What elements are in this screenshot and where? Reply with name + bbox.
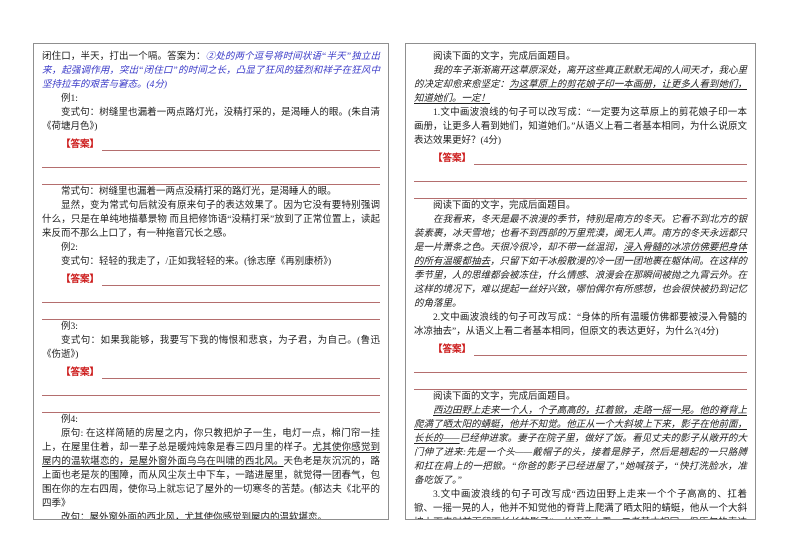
question: 2.文中画波浪线的句子可改写成：“身体的所有温暖仿佛都要被浸入骨髓的冰凉抽去”，… bbox=[414, 311, 747, 339]
answer-label: 【答案】 bbox=[61, 275, 100, 285]
variant-sentence: 变式句：如果我能够，我要写下我的悔恨和悲哀，为子君，为自己。(鲁迅《伤逝》) bbox=[42, 334, 380, 362]
example-label: 例1: bbox=[42, 92, 380, 106]
answer-row: 【答案】 bbox=[42, 362, 380, 379]
revised-sentence: 改句：屋外窗外面的西北风，尤其使你感觉到屋内的温软堪恋。 bbox=[42, 511, 380, 520]
text-run: 例1: bbox=[61, 94, 78, 104]
answer-row: 【答案】 bbox=[414, 148, 747, 165]
example-label: 例3: bbox=[42, 320, 380, 334]
text-run: 常式句：树缝里也漏着一两点没精打采的路灯光，是渴睡人的眼。 bbox=[61, 187, 337, 197]
answer-blank-line bbox=[474, 163, 747, 165]
text-run: 改句：屋外窗外面的西北风，尤其使你感觉到屋内的温软堪恋。 bbox=[61, 513, 328, 520]
normal-sentence: 常式句：树缝里也漏着一两点没精打采的路灯光，是渴睡人的眼。 bbox=[42, 185, 380, 199]
example-label: 例2: bbox=[42, 241, 380, 255]
answer-label: 【答案】 bbox=[433, 154, 472, 164]
answer-row: 【答案】 bbox=[42, 269, 380, 286]
answer-blank-line bbox=[42, 151, 380, 168]
answer-label: 【答案】 bbox=[61, 140, 100, 150]
answer-row: 【答案】 bbox=[414, 339, 747, 356]
answer-blank-line bbox=[414, 373, 747, 390]
original-sentence-paragraph: 原句: 在这样简陋的房屋之内，你只教把炉子一生，电灯一点，棉门帘一挂上，在屋里住… bbox=[42, 427, 380, 511]
answer-continuation-paragraph: 闭住口，半天，打出一个嗝。答案为：②处的两个逗号将时间状语“半天”独立出来，起强… bbox=[42, 50, 380, 92]
text-run: 变式句：树缝里也漏着一两点路灯光，没精打采的，是渴睡人的眼。(朱自清《荷塘月色》… bbox=[42, 108, 380, 132]
reading-instruction: 阅读下面的文字，完成后面题目。 bbox=[414, 199, 747, 213]
text-run: 1.文中画波浪线的句子可以改写成：“一定要为这草原上的剪花娘子印一本画册，让更多… bbox=[414, 108, 747, 146]
answer-blank-line bbox=[474, 354, 747, 356]
answer-blank-line bbox=[42, 396, 380, 413]
answer-blank-line bbox=[414, 356, 747, 373]
page-right: 阅读下面的文字，完成后面题目。我的车子渐渐离开这草原深处，离开这些真正默默无闻的… bbox=[405, 43, 756, 520]
reading-passage: 在我看来，冬天是最不浪漫的季节，特别是南方的冬天。它看不到北方的银装素裹，冰天雪… bbox=[414, 213, 747, 311]
page-left: 闭住口，半天，打出一个嗝。答案为：②处的两个逗号将时间状语“半天”独立出来，起强… bbox=[33, 43, 389, 520]
answer-blank-line bbox=[42, 286, 380, 303]
variant-sentence: 变式句：轻轻的我走了，/正如我轻轻的来。(徐志摩《再别康桥》) bbox=[42, 255, 380, 269]
variant-sentence: 变式句：树缝里也漏着一两点路灯光，没精打采的，是渴睡人的眼。(朱自清《荷塘月色》… bbox=[42, 106, 380, 134]
text-run: 阅读下面的文字，完成后面题目。 bbox=[433, 392, 576, 402]
text-run: 阅读下面的文字，完成后面题目。 bbox=[433, 52, 576, 62]
example-label: 例4: bbox=[42, 413, 380, 427]
answer-label: 【答案】 bbox=[433, 345, 472, 355]
answer-blank-line bbox=[102, 284, 380, 286]
analysis-paragraph: 显然，变为常式句后就没有原来句子的表达效果了。因为它没有要特别强调什么，只是在单… bbox=[42, 199, 380, 241]
text-run: 变式句：如果我能够，我要写下我的悔恨和悲哀，为子君，为自己。(鲁迅《伤逝》) bbox=[42, 336, 380, 360]
answer-label: 【答案】 bbox=[61, 368, 100, 378]
answer-blank-line bbox=[414, 182, 747, 199]
text-run: 2.文中画波浪线的句子可改写成：“身体的所有温暖仿佛都要被浸入骨髓的冰凉抽去”，… bbox=[414, 313, 747, 337]
text-run: 变式句：轻轻的我走了，/正如我轻轻的来。(徐志摩《再别康桥》) bbox=[61, 257, 332, 267]
text-run: 阅读下面的文字，完成后面题目。 bbox=[433, 201, 576, 211]
reading-instruction: 阅读下面的文字，完成后面题目。 bbox=[414, 50, 747, 64]
question: 3.文中画波浪线的句子可改写成“西边田野上走来一个个子高高的、扛着锨、一摇一晃的… bbox=[414, 488, 747, 519]
answer-blank-line bbox=[414, 165, 747, 182]
text-run: 闭住口，半天，打出一个嗝。答案为： bbox=[42, 52, 206, 62]
question: 1.文中画波浪线的句子可以改写成：“一定要为这草原上的剪花娘子印一本画册，让更多… bbox=[414, 106, 747, 148]
answer-blank-line bbox=[42, 168, 380, 185]
answer-row: 【答案】 bbox=[42, 134, 380, 151]
answer-blank-line bbox=[102, 377, 380, 379]
text-run: 例3: bbox=[61, 322, 78, 332]
reading-instruction: 阅读下面的文字，完成后面题目。 bbox=[414, 390, 747, 404]
text-run: 例4: bbox=[61, 415, 78, 425]
answer-blank-line bbox=[42, 303, 380, 320]
answer-blank-line bbox=[42, 379, 380, 396]
text-run: 例2: bbox=[61, 243, 78, 253]
answer-blank-line bbox=[102, 149, 380, 151]
reading-passage: 西边田野上走来一个人，个子高高的，扛着锨，走路一摇一晃。他的脊背上爬满了晒太阳的… bbox=[414, 404, 747, 488]
reading-passage: 我的车子渐渐离开这草原深处，离开这些真正默默无闻的人间天才，我心里的决定却愈来愈… bbox=[414, 64, 747, 106]
text-run: 已经伸进家。妻子在院子里，做好了饭。看见丈夫的影子从敞开的大门伸了进来:先是一个… bbox=[414, 434, 747, 486]
text-run: 3.文中画波浪线的句子可改写成“西边田野上走来一个个子高高的、扛着锨、一摇一晃的… bbox=[414, 490, 747, 519]
text-run: 显然，变为常式句后就没有原来句子的表达效果了。因为它没有要特别强调什么，只是在单… bbox=[42, 201, 380, 239]
